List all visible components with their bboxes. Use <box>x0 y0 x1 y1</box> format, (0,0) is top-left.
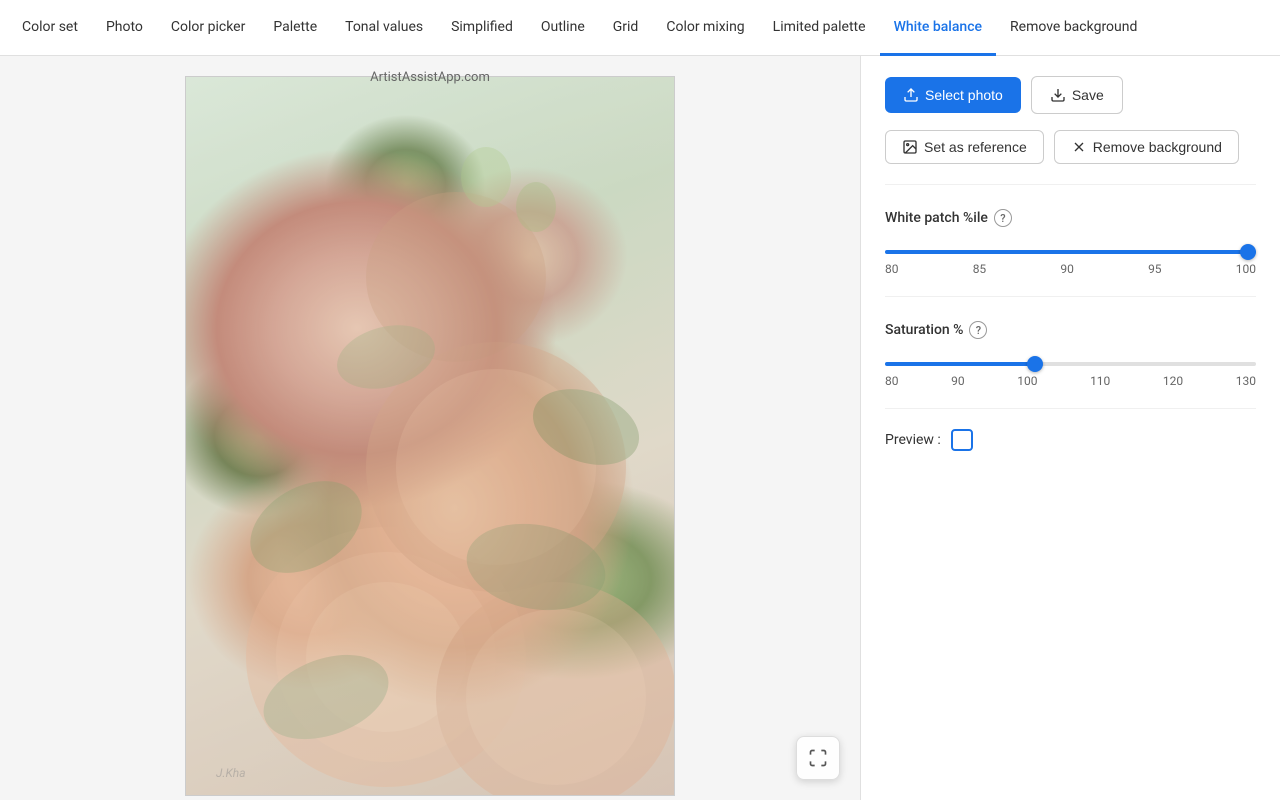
divider-3 <box>885 408 1256 409</box>
saturation-section: Saturation % ? 80 90 100 110 120 130 <box>885 317 1256 388</box>
upload-icon <box>903 87 919 103</box>
saturation-tick-labels: 80 90 100 110 120 130 <box>885 374 1256 388</box>
white-patch-help-icon[interactable]: ? <box>994 209 1012 227</box>
nav-item-outline[interactable]: Outline <box>527 0 599 56</box>
nav-item-photo[interactable]: Photo <box>92 0 157 56</box>
action-buttons-row2: Set as reference Remove background <box>885 130 1256 164</box>
save-icon <box>1050 87 1066 103</box>
right-panel: Select photo Save Set as reference <box>860 56 1280 800</box>
painting-container: J.Kha <box>185 76 675 796</box>
preview-row: Preview : <box>885 429 1256 451</box>
watermark: ArtistAssistApp.com <box>370 70 490 85</box>
action-buttons-row1: Select photo Save <box>885 76 1256 114</box>
top-nav: Color set Photo Color picker Palette Ton… <box>0 0 1280 56</box>
nav-item-simplified[interactable]: Simplified <box>437 0 527 56</box>
divider-1 <box>885 184 1256 185</box>
image-icon <box>902 139 918 155</box>
saturation-label: Saturation % <box>885 322 963 338</box>
set-as-reference-button[interactable]: Set as reference <box>885 130 1044 164</box>
nav-item-grid[interactable]: Grid <box>599 0 653 56</box>
nav-item-color-picker[interactable]: Color picker <box>157 0 259 56</box>
canvas-area: ArtistAssistApp.com <box>0 56 860 800</box>
saturation-slider[interactable] <box>885 362 1256 366</box>
select-photo-button[interactable]: Select photo <box>885 77 1021 113</box>
nav-item-palette[interactable]: Palette <box>259 0 331 56</box>
white-patch-slider[interactable] <box>885 250 1256 254</box>
remove-background-button[interactable]: Remove background <box>1054 130 1239 164</box>
nav-item-tonal-values[interactable]: Tonal values <box>331 0 437 56</box>
svg-text:J.Kha: J.Kha <box>216 766 246 780</box>
white-patch-label: White patch %ile <box>885 210 988 226</box>
preview-checkbox[interactable] <box>951 429 973 451</box>
save-button[interactable]: Save <box>1031 76 1123 114</box>
nav-item-white-balance[interactable]: White balance <box>880 0 996 56</box>
white-patch-slider-container: 80 85 90 95 100 <box>885 239 1256 276</box>
painting-image: J.Kha <box>185 76 675 796</box>
divider-2 <box>885 296 1256 297</box>
saturation-slider-container: 80 90 100 110 120 130 <box>885 351 1256 388</box>
save-label: Save <box>1072 87 1104 103</box>
main-layout: ArtistAssistApp.com <box>0 56 1280 800</box>
saturation-label-row: Saturation % ? <box>885 321 1256 339</box>
white-patch-tick-labels: 80 85 90 95 100 <box>885 262 1256 276</box>
fullscreen-button[interactable] <box>796 736 840 780</box>
nav-item-limited-palette[interactable]: Limited palette <box>759 0 880 56</box>
select-photo-label: Select photo <box>925 87 1003 103</box>
preview-label: Preview : <box>885 432 941 448</box>
remove-bg-icon <box>1071 139 1087 155</box>
white-patch-label-row: White patch %ile ? <box>885 209 1256 227</box>
remove-background-label: Remove background <box>1093 139 1222 155</box>
white-patch-section: White patch %ile ? 80 85 90 95 100 <box>885 205 1256 276</box>
set-as-reference-label: Set as reference <box>924 139 1027 155</box>
nav-item-remove-background[interactable]: Remove background <box>996 0 1151 56</box>
saturation-help-icon[interactable]: ? <box>969 321 987 339</box>
nav-item-color-mixing[interactable]: Color mixing <box>652 0 758 56</box>
nav-item-color-set[interactable]: Color set <box>8 0 92 56</box>
